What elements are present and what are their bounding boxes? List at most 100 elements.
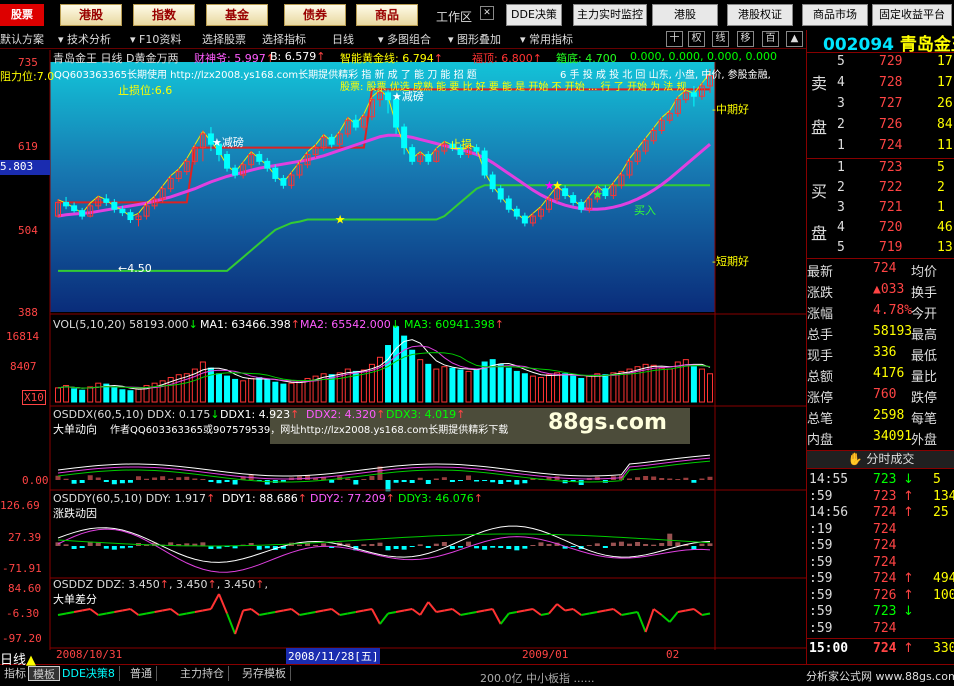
tab-indicator[interactable]: 指标 <box>0 666 31 681</box>
dde-decision-button[interactable]: DDE决策 <box>506 4 562 26</box>
ddy-bar <box>618 541 624 546</box>
ddz-segment <box>146 611 155 615</box>
vol-y-unit: X10 <box>22 390 46 405</box>
menu-f10[interactable]: ▾ F10资料 <box>130 32 181 48</box>
ddz-segment <box>347 611 357 615</box>
status-bar-text: 200.0亿 中小板指 ...... <box>480 672 595 685</box>
buy-row: 1 723 5 <box>807 160 954 178</box>
index-button[interactable]: 指数 <box>133 4 195 26</box>
ddx-bar <box>353 480 359 485</box>
tab-template[interactable]: 模板 <box>28 666 60 681</box>
header-s2-arrow: ↑ <box>316 50 326 63</box>
ddz-segment <box>612 608 623 616</box>
menu-bar: 默认方案 ▾ 技术分析 ▾ F10资料 选择股票 选择指标 日线 ▾ 多图组合 … <box>0 30 806 49</box>
candle-body <box>481 150 488 176</box>
scroll-up-icon[interactable]: ▲ <box>786 31 803 47</box>
vol-ma3-val: MA3: 60941.398 <box>404 318 495 331</box>
ddz-segment <box>218 593 228 614</box>
ddx-value: OSDDX(60,5,10) DDX: 0.175 <box>53 408 211 421</box>
ddz-segment <box>307 611 316 615</box>
kline-chart[interactable]: ★★★★ <box>0 50 806 664</box>
menu-overlay[interactable]: ▾ 图形叠加 <box>448 32 501 48</box>
commodity-market-button[interactable]: 商品市场 <box>802 4 868 26</box>
workspace-label[interactable]: 工作区 <box>436 8 472 25</box>
menu-daily[interactable]: 日线 <box>332 32 354 48</box>
tick-arrow-icon: ↑ <box>903 488 914 504</box>
ddx-bar <box>449 480 455 482</box>
ddy-bar <box>369 544 375 546</box>
menu-tech-analysis[interactable]: ▾ 技术分析 <box>58 32 111 48</box>
workspace-close-icon[interactable]: ✕ <box>480 6 494 20</box>
buy-level: 5 <box>837 240 845 255</box>
main-force-monitor-button[interactable]: 主力实时监控 <box>573 4 647 26</box>
candle-body <box>224 153 231 169</box>
ddy-bar <box>200 542 206 546</box>
stat-value: 724 <box>873 261 897 276</box>
ddy2-arrow: ↑ <box>385 492 395 505</box>
ddy-bar <box>232 546 238 549</box>
bond-button[interactable]: 债券 <box>284 4 346 26</box>
volume-bar <box>393 326 400 403</box>
hk-stock-right-button[interactable]: 港股 <box>652 4 718 26</box>
ddy-bar <box>707 543 713 546</box>
crosshair-button[interactable]: 十 <box>666 31 683 47</box>
move-button[interactable]: 移 <box>737 31 754 47</box>
ddx-bar <box>63 478 69 480</box>
commodity-button[interactable]: 商品 <box>356 4 418 26</box>
ddz-segment <box>331 608 341 616</box>
ddy3-val: DDY3: 46.076 <box>398 492 474 505</box>
ddx-bar <box>264 480 270 485</box>
hk-warrant-button[interactable]: 港股权证 <box>727 4 793 26</box>
tick-price: 723 <box>873 604 897 619</box>
short-term-good-text: 短期好 <box>715 255 749 268</box>
rights-button[interactable]: 权 <box>688 31 705 47</box>
stat-label-2: 最低 <box>911 349 938 364</box>
tick-row: :59 724 ↑ 494 <box>807 571 954 589</box>
menu-overlay-label: 图形叠加 <box>457 33 502 46</box>
fund-button[interactable]: 基金 <box>206 4 268 26</box>
line-button[interactable]: 线 <box>712 31 729 47</box>
menu-select-stock[interactable]: 选择股票 <box>202 32 246 48</box>
tab-normal[interactable]: 普通 <box>126 666 157 681</box>
menu-multi-chart[interactable]: ▾ 多图组合 <box>378 32 431 48</box>
tick-price: 724 <box>873 538 897 553</box>
stat-label: 总额 <box>807 370 834 385</box>
ddz-y-mid: -6.30 <box>6 607 40 620</box>
ddy-bar <box>466 541 472 546</box>
stat-label-2: 今开 <box>911 307 938 322</box>
vol-ma1-arrow: ↑ <box>290 318 300 331</box>
volume-bar <box>513 370 520 403</box>
stat-label-2: 换手 <box>911 286 938 301</box>
menu-select-indicator[interactable]: 选择指标 <box>262 32 306 48</box>
tab-save-template[interactable]: 另存模板 <box>238 666 291 681</box>
tab-main-position[interactable]: 主力持仓 <box>176 666 229 681</box>
volume-bars <box>55 326 713 403</box>
ddz-segment <box>57 612 67 616</box>
ddy-bar <box>449 546 455 549</box>
percent-button[interactable]: 百 <box>762 31 779 47</box>
menu-common-indicator[interactable]: ▾ 常用指标 <box>520 32 573 48</box>
ddy-bar <box>659 543 665 546</box>
volume-ma-line <box>57 345 711 389</box>
sell-row: 4 728 17 <box>807 75 954 93</box>
ddz-y-top: 84.60 <box>8 582 42 595</box>
tick-price: 726 <box>873 587 897 603</box>
ddx-bar <box>103 480 109 482</box>
fixed-income-button[interactable]: 固定收益平台 <box>872 4 952 26</box>
ticks-header[interactable]: ✋ 分时成交 <box>807 450 954 469</box>
ddx-bar <box>144 478 150 480</box>
ddz-segment <box>677 609 687 613</box>
hk-stock-button[interactable]: 港股 <box>60 4 122 26</box>
ddz-segment <box>234 610 245 635</box>
vol-ma1: MA1: 63466.398↑ <box>200 318 300 331</box>
volume-bar <box>425 363 432 403</box>
menu-default-scheme[interactable]: 默认方案 <box>0 32 44 48</box>
ddy-bar <box>474 546 480 549</box>
volume-bar <box>441 366 448 403</box>
stat-label: 涨跌 <box>807 286 834 301</box>
tick-arrow-icon: ↑ <box>903 505 914 520</box>
ddx-bar <box>651 476 657 480</box>
tab-dde8[interactable]: DDE决策8 <box>58 666 120 681</box>
stock-button[interactable]: 股票 <box>0 4 44 26</box>
volume-bar <box>521 373 528 403</box>
